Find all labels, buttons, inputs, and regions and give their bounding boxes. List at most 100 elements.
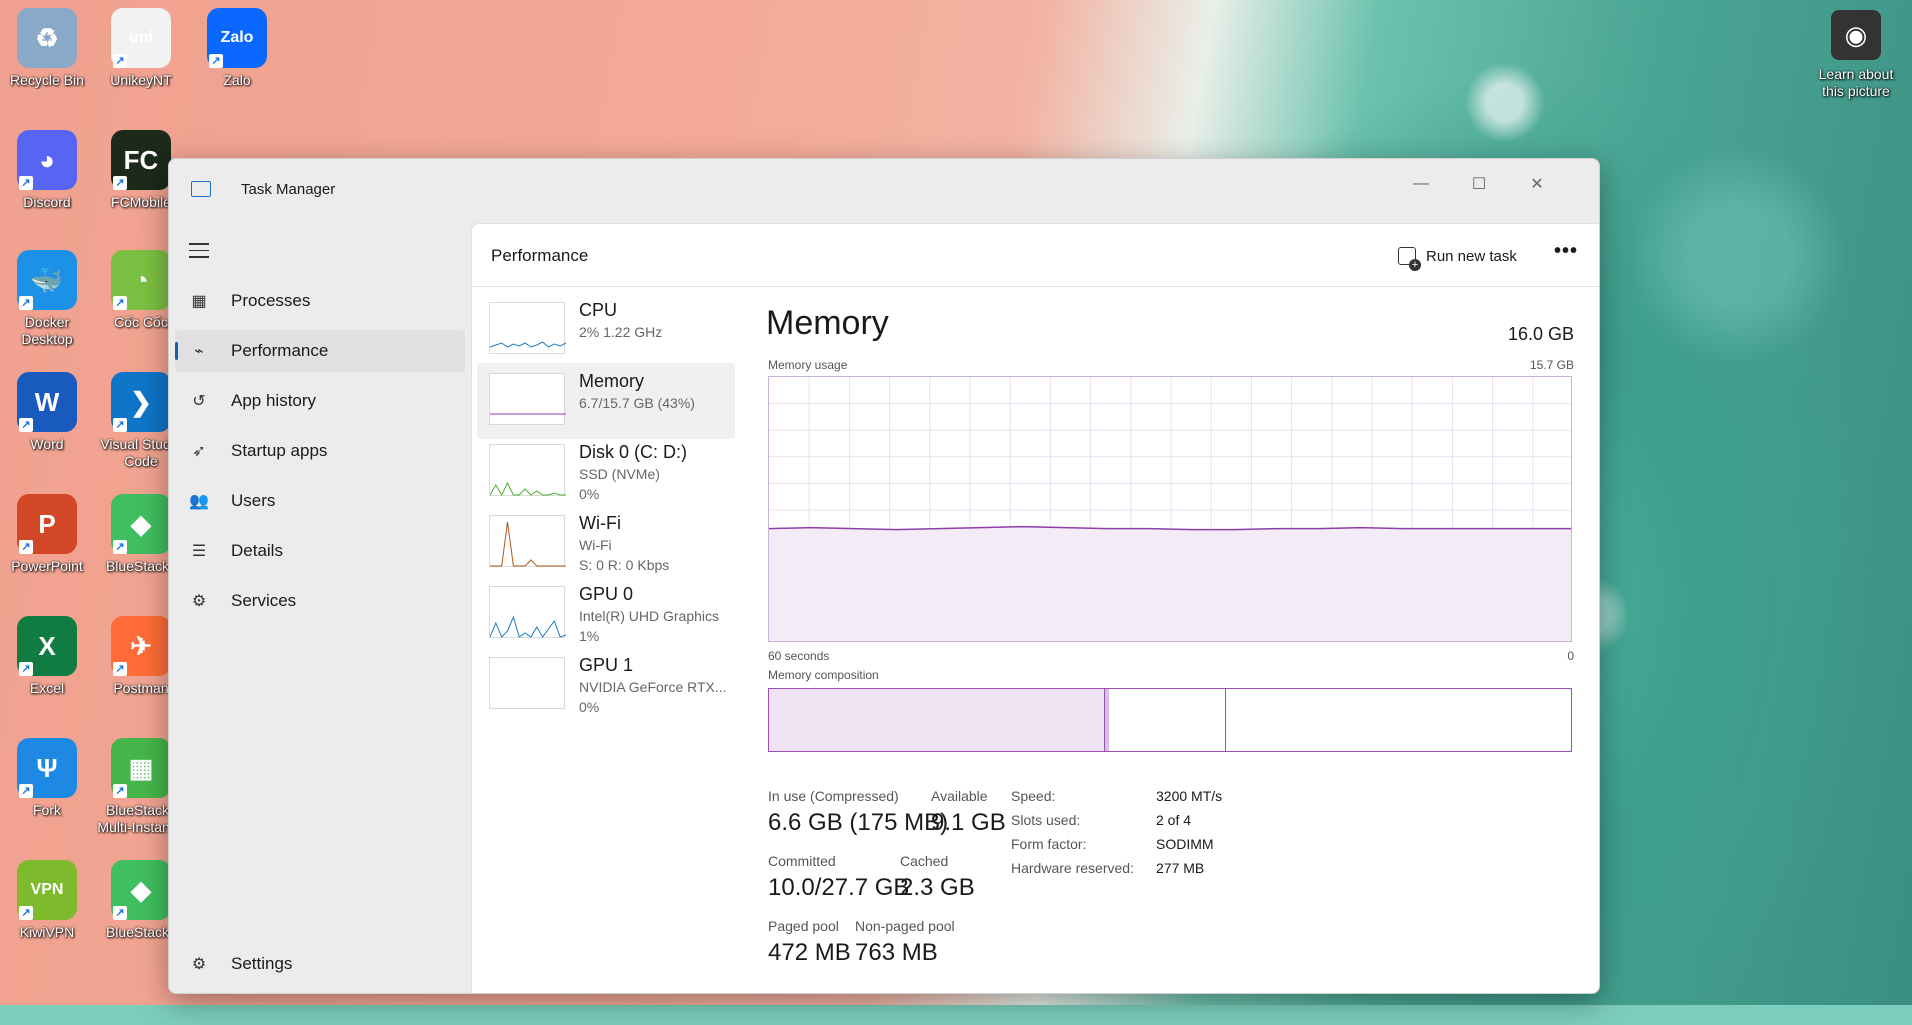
learn-about-picture[interactable]: ◉ Learn about this picture: [1806, 10, 1906, 100]
composition-standby: [1109, 689, 1226, 751]
more-options-button[interactable]: •••: [1554, 240, 1578, 263]
word-icon: W ↗: [17, 372, 77, 432]
device-detail-2: 1%: [579, 628, 600, 644]
desktop-icon-kiwivpn[interactable]: VPN ↗ KiwiVPN: [2, 860, 92, 941]
desktop-icon-label: Fork: [33, 802, 61, 818]
device-thumbnail-graph: [489, 302, 567, 354]
desktop-icon-label: Word: [30, 436, 64, 452]
performance-icon: ⌁: [194, 343, 204, 360]
shortcut-arrow-icon: ↗: [19, 176, 33, 190]
zalo-icon: Zalo ↗: [207, 8, 267, 68]
in-use-value: 6.6 GB (175 MB): [768, 809, 949, 836]
desktop-icon-label: Recycle Bin: [10, 72, 84, 88]
run-task-icon: [1398, 247, 1421, 271]
form-factor-value: SODIMM: [1156, 836, 1214, 852]
desktop-icon-label: UnikeyNT: [110, 72, 172, 88]
bluestacks-multi-instance-icon: ▦ ↗: [111, 738, 171, 798]
in-use-label: In use (Compressed): [768, 788, 899, 804]
memory-composition-label: Memory composition: [768, 668, 879, 682]
sidebar-item-label: Processes: [231, 291, 311, 310]
desktop-icon-discord[interactable]: ◕ ↗ Discord: [2, 130, 92, 211]
paged-pool-label: Paged pool: [768, 918, 839, 934]
run-new-task-label: Run new task: [1426, 247, 1517, 265]
desktop-icon-recycle-bin[interactable]: ♻ Recycle Bin: [2, 8, 92, 89]
minimize-button[interactable]: —: [1397, 169, 1445, 199]
speed-label: Speed:: [1011, 788, 1056, 804]
device-thumbnail-graph: [489, 444, 566, 497]
sidebar-item-label: Details: [231, 541, 283, 560]
device-wi-fi[interactable]: Wi-Fi Wi-Fi S: 0 R: 0 Kbps: [477, 505, 735, 581]
composition-in-use: [769, 689, 1106, 751]
device-detail: NVIDIA GeForce RTX...: [579, 679, 727, 695]
desktop-icon-powerpoint[interactable]: P ↗ PowerPoint: [2, 494, 92, 575]
device-cpu[interactable]: CPU 2% 1.22 GHz: [477, 292, 735, 368]
startup-icon: ➶: [192, 443, 206, 460]
cached-value: 2.3 GB: [900, 874, 975, 901]
sidebar-item-performance[interactable]: ⌁ Performance: [175, 330, 465, 372]
taskbar-edge: [0, 1005, 1912, 1025]
device-name: Disk 0 (C: D:): [579, 442, 687, 462]
device-name: Memory: [579, 371, 645, 391]
shortcut-arrow-icon: ↗: [113, 418, 127, 432]
shortcut-arrow-icon: ↗: [113, 176, 127, 190]
device-thumbnail-graph: [489, 373, 566, 425]
shortcut-arrow-icon: ↗: [19, 906, 33, 920]
content-header: Performance Run new task •••: [472, 224, 1599, 287]
device-thumbnail-graph: [489, 586, 567, 638]
nonpaged-pool-label: Non-paged pool: [855, 918, 955, 934]
device-memory[interactable]: Memory 6.7/15.7 GB (43%): [477, 363, 735, 439]
history-icon: ↺: [192, 393, 206, 410]
device-detail: Intel(R) UHD Graphics: [579, 608, 720, 624]
memory-composition-bar: [768, 688, 1572, 752]
fork-icon: Ψ ↗: [17, 738, 77, 798]
c-c-c-c-icon: ◔ ↗: [111, 250, 171, 310]
sidebar-item-settings[interactable]: ⚙ Settings: [175, 943, 465, 985]
form-factor-label: Form factor:: [1011, 836, 1087, 852]
task-manager-icon: [191, 181, 211, 197]
device-detail-2: 0%: [579, 699, 600, 715]
sidebar-item-app-history[interactable]: ↺ App history: [175, 380, 465, 422]
desktop-icon-label: Zalo: [223, 72, 251, 88]
graph-time-left: 60 seconds: [768, 649, 830, 663]
postman-icon: ✈ ↗: [111, 616, 171, 676]
sidebar-item-label: Settings: [231, 954, 293, 973]
desktop-icon-docker-desktop[interactable]: 🐳 ↗ Docker Desktop: [2, 250, 92, 348]
bluestacks-icon: ◆ ↗: [111, 860, 171, 920]
hardware-reserved-label: Hardware reserved:: [1011, 860, 1134, 876]
desktop-icon-unikeynt[interactable]: uni ↗ UnikeyNT: [96, 8, 186, 89]
kiwivpn-icon: VPN ↗: [17, 860, 77, 920]
sidebar-item-processes[interactable]: ▦ Processes: [175, 280, 465, 322]
device-gpu-1[interactable]: GPU 1 NVIDIA GeForce RTX... 0%: [477, 647, 735, 723]
sidebar-item-details[interactable]: ☰ Details: [175, 530, 465, 572]
speed-value: 3200 MT/s: [1156, 788, 1223, 804]
services-icon: ⚙: [191, 593, 207, 610]
sidebar-item-startup-apps[interactable]: ➶ Startup apps: [175, 430, 465, 472]
close-button[interactable]: ✕: [1513, 169, 1561, 199]
fcmobile-icon: FC ↗: [111, 130, 171, 190]
desktop-icon-label: PowerPoint: [11, 558, 83, 574]
shortcut-arrow-icon: ↗: [19, 296, 33, 310]
memory-usage-graph: [768, 376, 1572, 642]
desktop-icon-excel[interactable]: X ↗ Excel: [2, 616, 92, 697]
device-detail-2: S: 0 R: 0 Kbps: [579, 557, 670, 573]
sidebar-item-users[interactable]: 👥 Users: [175, 480, 465, 522]
hamburger-menu-icon[interactable]: [189, 243, 209, 259]
processes-icon: ▦: [191, 293, 207, 310]
paged-pool-value: 472 MB: [768, 939, 851, 966]
maximize-button[interactable]: ☐: [1455, 169, 1503, 199]
slots-label: Slots used:: [1011, 812, 1081, 828]
memory-title: Memory: [766, 304, 889, 342]
device-gpu-0[interactable]: GPU 0 Intel(R) UHD Graphics 1%: [477, 576, 735, 652]
desktop-icon-word[interactable]: W ↗ Word: [2, 372, 92, 453]
desktop-icon-fork[interactable]: Ψ ↗ Fork: [2, 738, 92, 819]
memory-usage-max: 15.7 GB: [1529, 358, 1574, 372]
run-new-task-button[interactable]: Run new task: [1398, 242, 1517, 271]
visual-studio-code-icon: ❯ ↗: [111, 372, 171, 432]
desktop-icon-zalo[interactable]: Zalo ↗ Zalo: [192, 8, 282, 89]
sidebar-item-services[interactable]: ⚙ Services: [175, 580, 465, 622]
memory-total: 16.0 GB: [1507, 324, 1574, 344]
shortcut-arrow-icon: ↗: [113, 784, 127, 798]
task-manager-window: Task Manager — ☐ ✕ ▦ Processes ⌁ Performanc…: [168, 158, 1600, 994]
device-disk-0-c-d-[interactable]: Disk 0 (C: D:) SSD (NVMe) 0%: [477, 434, 735, 510]
device-name: GPU 0: [579, 584, 634, 604]
